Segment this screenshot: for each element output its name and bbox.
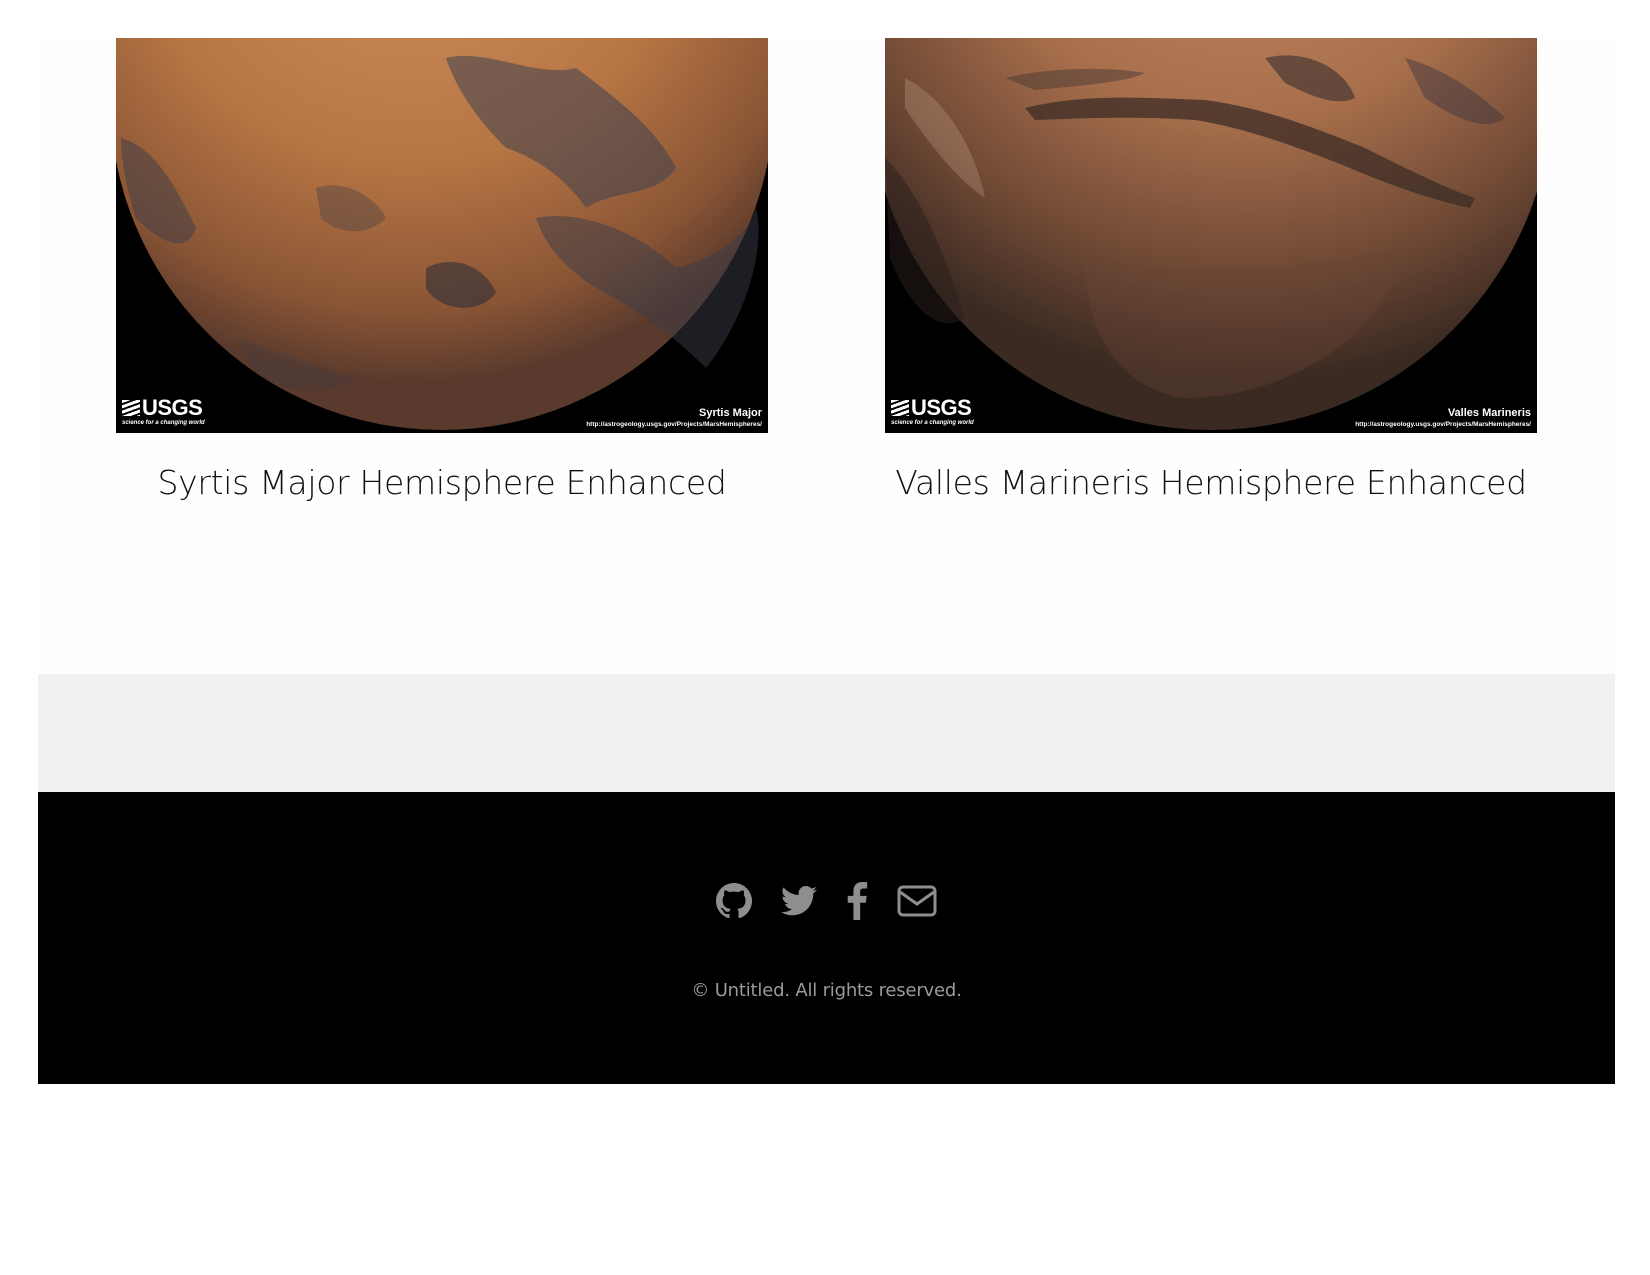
hemisphere-title: Syrtis Major Hemisphere Enhanced [157, 463, 727, 502]
image-url-text: http://astrogeology.usgs.gov/Projects/Ma… [586, 421, 762, 428]
spacer-band [38, 674, 1615, 792]
copyright-text: © Untitled. All rights reserved. [691, 980, 962, 1001]
mars-syrtis-major-image [116, 38, 768, 433]
image-credit: Valles Marineris http://astrogeology.usg… [1355, 406, 1531, 429]
usgs-tagline: science for a changing world [122, 420, 205, 426]
hemisphere-gallery: USGS science for a changing world Syrtis… [38, 38, 1615, 674]
envelope-icon[interactable] [897, 884, 937, 922]
image-credit: Syrtis Major http://astrogeology.usgs.go… [586, 406, 762, 429]
mars-valles-marineris-image [885, 38, 1537, 433]
image-url-text: http://astrogeology.usgs.gov/Projects/Ma… [1355, 421, 1531, 428]
hemisphere-title: Valles Marineris Hemisphere Enhanced [895, 463, 1527, 502]
social-icons [38, 882, 1615, 922]
page: USGS science for a changing world Syrtis… [0, 0, 1650, 1275]
usgs-tagline: science for a changing world [891, 420, 974, 426]
usgs-logo-text: USGS [911, 395, 972, 420]
usgs-wave-icon [891, 400, 909, 416]
github-icon[interactable] [715, 883, 752, 923]
image-label: Syrtis Major [699, 407, 762, 419]
usgs-logo-text: USGS [142, 395, 203, 420]
footer: © Untitled. All rights reserved. [38, 792, 1615, 1084]
twitter-icon[interactable] [780, 885, 817, 921]
hemisphere-card: USGS science for a changing world Valles… [885, 38, 1537, 508]
facebook-icon[interactable] [846, 882, 868, 924]
usgs-logo: USGS science for a changing world [891, 397, 974, 427]
hemisphere-card: USGS science for a changing world Syrtis… [116, 38, 768, 508]
usgs-wave-icon [122, 400, 140, 416]
image-label: Valles Marineris [1447, 407, 1531, 419]
usgs-logo: USGS science for a changing world [122, 397, 205, 427]
hemisphere-image-link[interactable]: USGS science for a changing world Syrtis… [116, 38, 768, 433]
hemisphere-image-link[interactable]: USGS science for a changing world Valles… [885, 38, 1537, 433]
